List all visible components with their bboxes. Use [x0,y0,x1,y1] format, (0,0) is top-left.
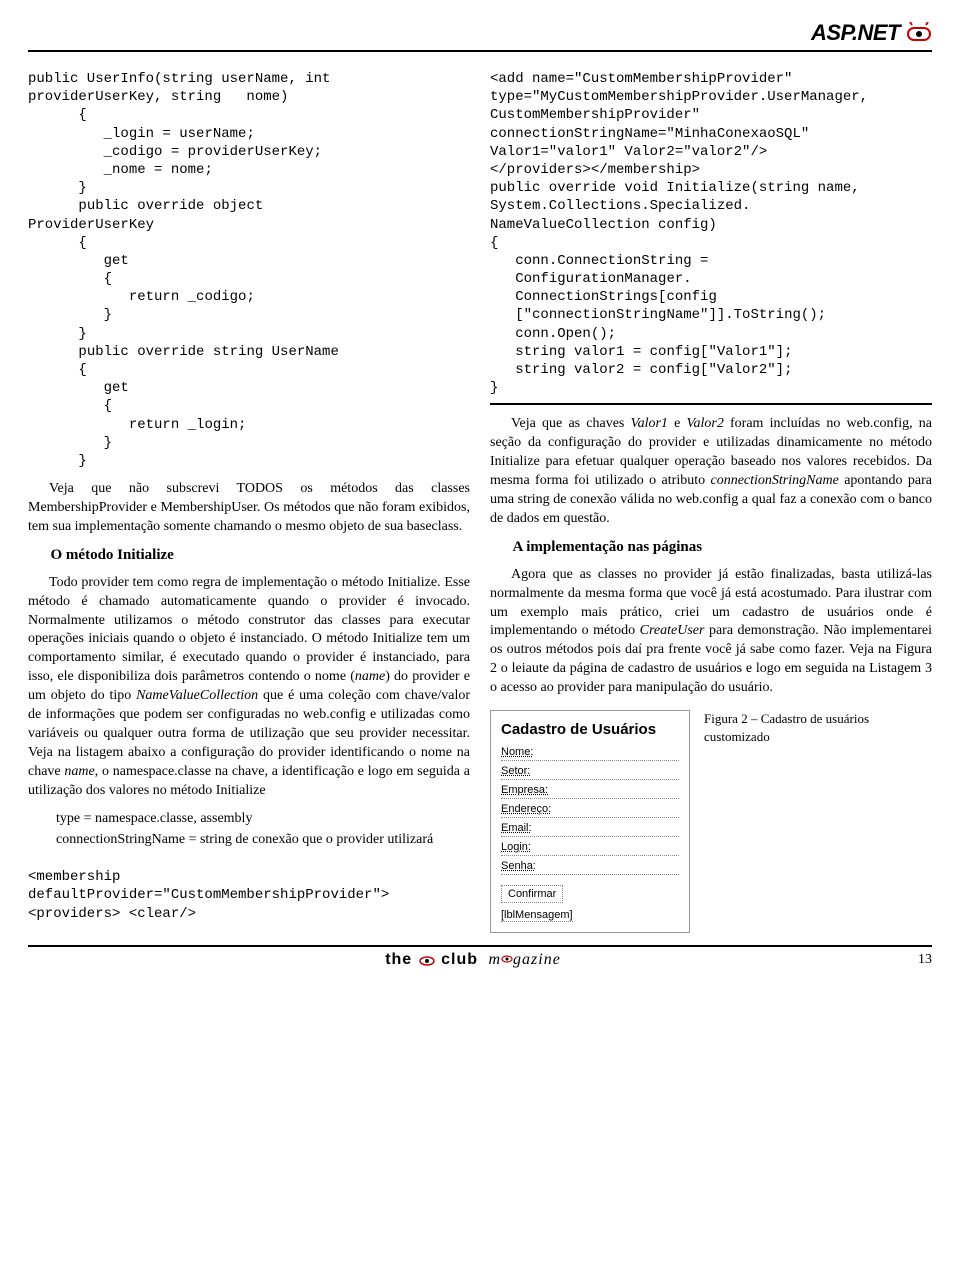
form-label: Endereço: [501,803,551,815]
figure-caption: Figura 2 – Cadastro de usuários customiz… [704,710,884,746]
logo-icon [906,22,932,44]
brand-the: the [385,951,412,968]
section-heading: A implementação nas páginas [490,539,932,556]
paragraph: Todo provider tem como regra de implemen… [28,574,470,801]
italic-term: Valor1 [631,416,668,431]
message-label: [lblMensagem] [501,909,573,922]
footer-brand: the club mgazine [28,951,918,969]
form-label: Empresa: [501,784,548,796]
text: Veja que as chaves [511,416,631,431]
italic-term: name [355,669,385,684]
form-row: Senha: [501,860,679,875]
eye-icon [418,953,436,967]
form-mockup: Cadastro de Usuários Nome: Setor: Empres… [490,710,690,933]
code-block-provider-config: <add name="CustomMembershipProvider" typ… [490,70,932,405]
paragraph: Agora que as classes no provider já estã… [490,566,932,698]
form-label: Login: [501,841,531,853]
confirm-button[interactable]: Confirmar [501,885,563,903]
form-label: Email: [501,822,532,834]
italic-term: connectionStringName [711,473,839,488]
config-line: connectionStringName = string de conexão… [28,831,470,850]
form-title: Cadastro de Usuários [501,721,679,738]
content-columns: public UserInfo(string userName, int pro… [28,70,932,933]
form-row: Nome: [501,746,679,761]
code-block-membership: <membership defaultProvider="CustomMembe… [28,868,470,923]
text: , o namespace.classe na chave, a identif… [28,764,470,798]
form-row: Empresa: [501,784,679,799]
section-label: ASP.NET [811,20,900,46]
header: ASP.NET [28,20,932,52]
form-row: Login: [501,841,679,856]
paragraph: Veja que não subscrevi TODOS os métodos … [28,480,470,537]
figure-block: Cadastro de Usuários Nome: Setor: Empres… [490,710,932,933]
eye-icon [501,953,513,965]
footer: the club mgazine 13 [28,945,932,969]
config-line: type = namespace.classe, assembly [56,810,470,829]
text: Todo provider tem como regra de implemen… [28,575,470,684]
form-row: Email: [501,822,679,837]
right-column: <add name="CustomMembershipProvider" typ… [490,70,932,933]
section-heading: O método Initialize [28,547,470,564]
page-number: 13 [918,952,932,968]
form-label: Setor: [501,765,530,777]
paragraph: Veja que as chaves Valor1 e Valor2 foram… [490,415,932,528]
code-block-userinfo: public UserInfo(string userName, int pro… [28,70,470,470]
form-label: Nome: [501,746,533,758]
text: e [668,416,687,431]
brand-club: club [441,951,478,968]
form-label: Senha: [501,860,536,872]
form-row: Setor: [501,765,679,780]
italic-term: NameValueCollection [136,688,258,703]
left-column: public UserInfo(string userName, int pro… [28,70,470,933]
italic-term: Valor2 [686,416,723,431]
form-row: Endereço: [501,803,679,818]
italic-term: CreateUser [640,623,705,638]
italic-term: name [64,764,94,779]
